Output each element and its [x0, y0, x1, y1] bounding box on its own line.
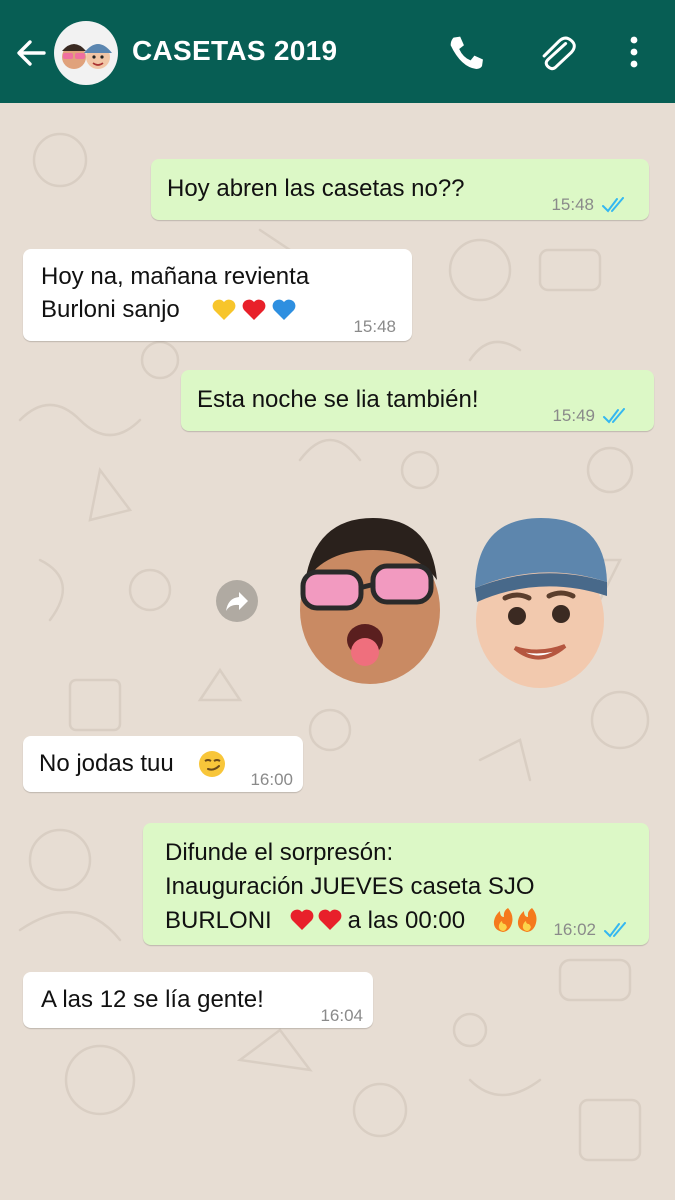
message-time: 16:02	[553, 920, 596, 939]
fire-icon	[517, 908, 537, 932]
message-text: Hoy abren las casetas no??	[167, 175, 465, 202]
chat-screen: CASETAS 2019 Hoy abren las casetas no?? …	[0, 0, 675, 1200]
message-text: A las 12 se lía gente!	[41, 986, 264, 1013]
red-heart-icon	[242, 299, 266, 320]
read-ticks-icon	[602, 196, 624, 213]
read-ticks-icon	[603, 407, 625, 424]
message-text: a las 00:00	[341, 907, 466, 934]
read-ticks-icon	[604, 921, 626, 938]
message-incoming[interactable]: Hoy na, mañana revienta Burloni sanjo 15…	[23, 249, 412, 341]
chat-title[interactable]: CASETAS 2019	[132, 35, 337, 67]
red-heart-icon	[318, 909, 342, 930]
forward-button[interactable]	[216, 580, 258, 622]
message-incoming[interactable]: A las 12 se lía gente! 16:04	[23, 972, 373, 1028]
red-heart-icon	[290, 909, 314, 930]
forward-icon	[226, 592, 248, 611]
message-outgoing[interactable]: Difunde el sorpresón: Inauguración JUEVE…	[143, 823, 649, 945]
message-outgoing[interactable]: Esta noche se lia también! 15:49	[181, 370, 654, 431]
message-time: 15:48	[551, 195, 594, 214]
message-incoming[interactable]: No jodas tuu 16:00	[23, 736, 303, 792]
message-text: Esta noche se lia también!	[197, 386, 479, 413]
message-text: Hoy na, mañana revienta	[41, 263, 310, 290]
message-outgoing[interactable]: Hoy abren las casetas no?? 15:48	[151, 159, 649, 220]
memoji-sunglasses-tongue-icon	[300, 518, 440, 684]
group-avatar[interactable]	[54, 21, 118, 85]
message-time: 15:48	[353, 317, 396, 336]
message-time: 16:00	[250, 770, 293, 789]
message-text: No jodas tuu	[39, 750, 174, 777]
message-time: 15:49	[552, 406, 595, 425]
fire-icon	[493, 908, 513, 932]
back-arrow-icon[interactable]	[12, 34, 50, 72]
message-text: Inauguración JUEVES caseta SJO	[165, 873, 535, 900]
memoji-cap-smile-icon	[475, 518, 607, 688]
yellow-heart-icon	[212, 299, 236, 320]
menu-icon[interactable]	[614, 30, 654, 74]
blue-heart-icon	[272, 299, 296, 320]
call-icon[interactable]	[446, 30, 486, 74]
message-text: Difunde el sorpresón:	[165, 839, 394, 866]
memoji-sticker[interactable]	[295, 510, 615, 695]
message-time: 16:04	[320, 1006, 363, 1025]
attach-icon[interactable]	[536, 30, 576, 74]
message-text: Burloni sanjo	[41, 296, 180, 323]
smirk-face-icon	[199, 751, 225, 777]
group-avatar-image	[62, 44, 112, 69]
message-text: BURLONI	[165, 907, 272, 934]
chat-header: CASETAS 2019	[0, 0, 675, 103]
